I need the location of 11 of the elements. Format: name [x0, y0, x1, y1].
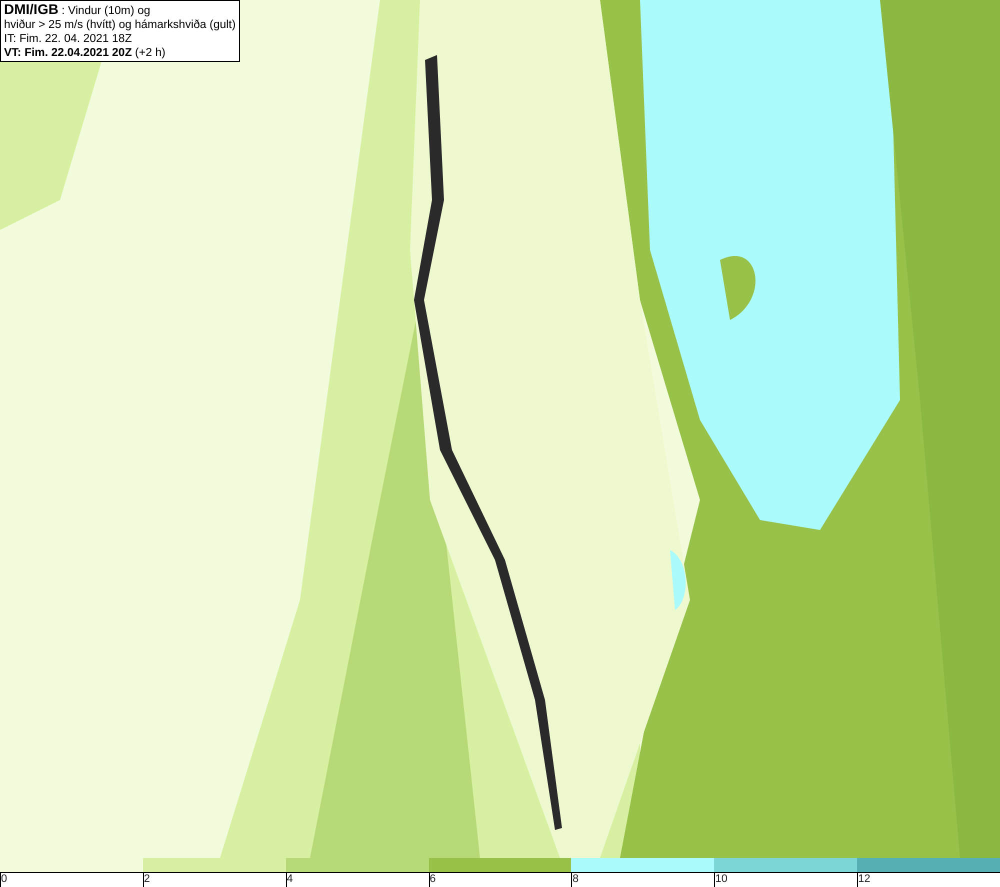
header-line: VT: Fim. 22.04.2021 20Z (+2 h) — [4, 46, 166, 60]
header-line: hviður > 25 m/s (hvítt) og hámarkshviða (gult) — [4, 18, 236, 32]
header-line: IT: Fim. 22. 04. 2021 18Z — [4, 32, 133, 46]
legend-tick-label: 10 — [715, 873, 728, 885]
legend-tick-label: 2 — [144, 873, 150, 885]
legend-tick-label: 8 — [572, 873, 579, 885]
legend-tick-label: 6 — [430, 873, 436, 885]
legend-tick-label: 0 — [1, 873, 8, 885]
header-line: DMI/IGB : Vindur (10m) og — [4, 2, 152, 18]
legend-tick-label: 4 — [286, 873, 293, 885]
legend-tick-label: 12 — [858, 873, 870, 885]
